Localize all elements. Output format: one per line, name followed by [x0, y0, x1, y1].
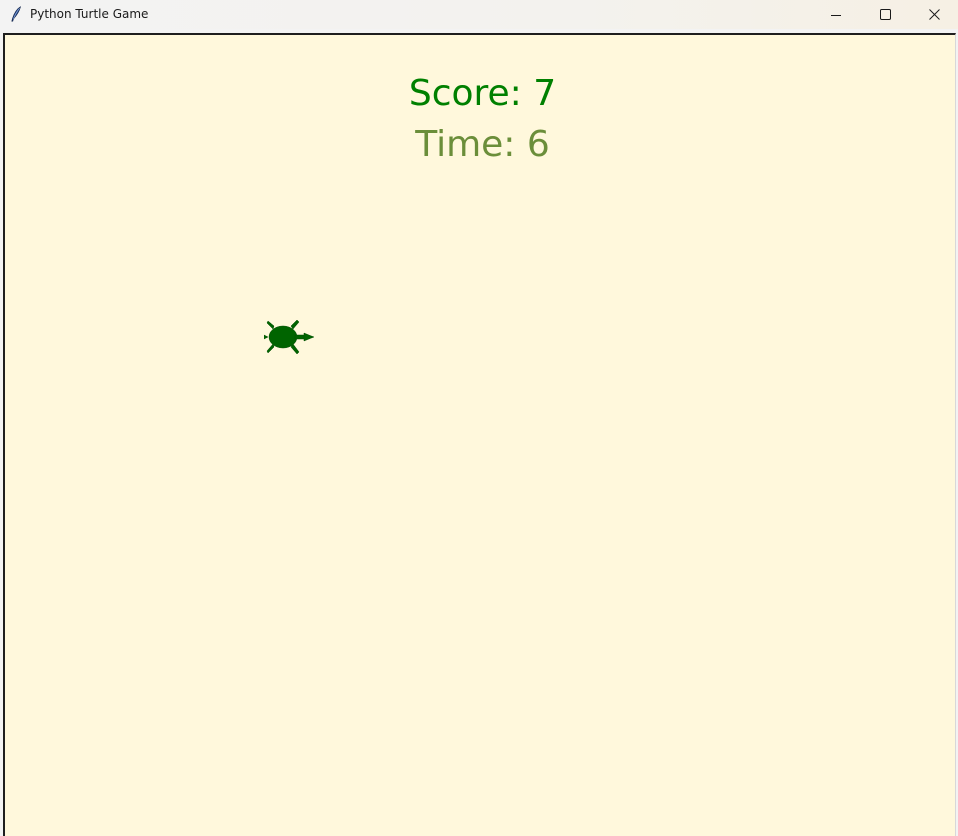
app-window: Python Turtle Game Score: 7 Time: 6: [0, 0, 958, 836]
minimize-icon: [831, 14, 841, 16]
window-title: Python Turtle Game: [30, 7, 149, 21]
time-label: Time: 6: [415, 124, 550, 165]
minimize-button[interactable]: [813, 0, 859, 29]
maximize-icon: [879, 9, 891, 20]
feather-pen-icon: [11, 6, 21, 22]
close-button[interactable]: [911, 0, 957, 29]
score-label: Score: 7: [408, 73, 557, 114]
turtle-icon[interactable]: [264, 318, 316, 356]
close-icon: [928, 9, 940, 20]
title-bar[interactable]: Python Turtle Game: [0, 0, 958, 29]
game-canvas[interactable]: Score: 7 Time: 6: [5, 35, 955, 836]
maximize-button[interactable]: [862, 0, 908, 29]
